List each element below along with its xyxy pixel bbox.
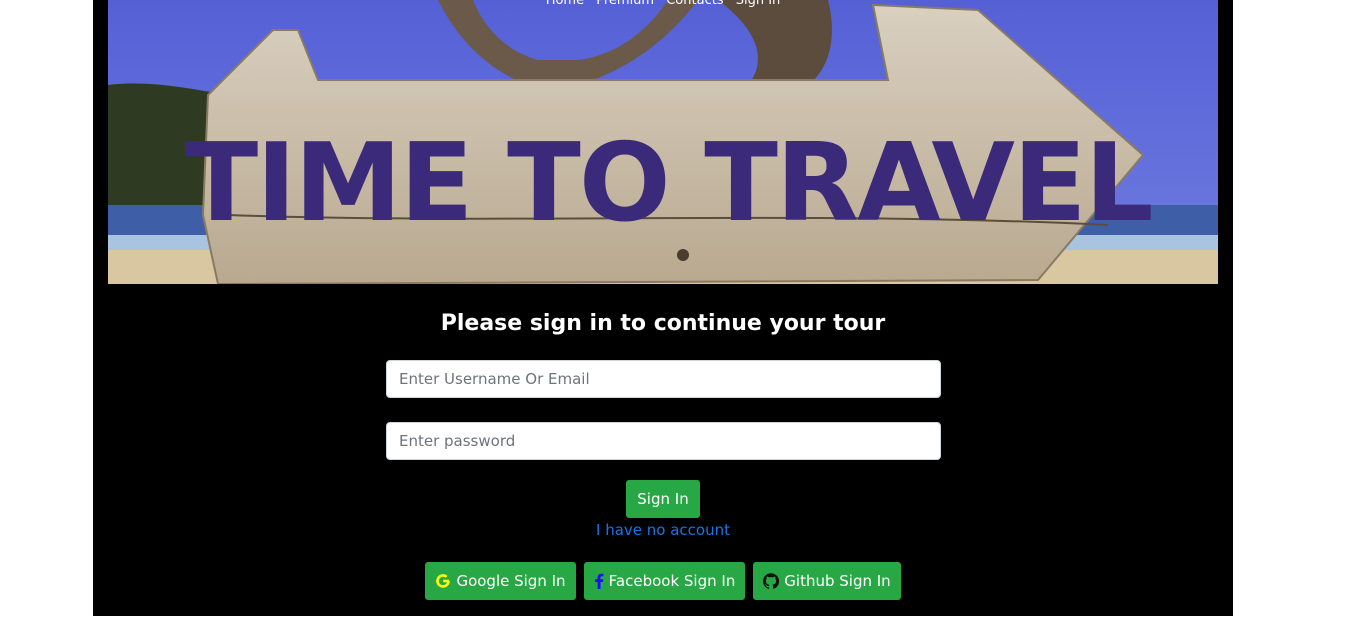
google-icon	[435, 573, 451, 589]
hero-banner: TIME TO TRAVEL Home Premium Contacts Sig…	[108, 0, 1218, 284]
hero-image: TIME TO TRAVEL	[108, 0, 1218, 284]
username-input[interactable]	[386, 360, 941, 398]
hero-sign-text: TIME TO TRAVEL	[184, 121, 1151, 246]
nav-item-home[interactable]: Home	[546, 0, 584, 8]
facebook-icon	[594, 573, 604, 589]
sign-in-button-label: Sign In	[637, 490, 689, 508]
google-sign-in-label: Google Sign In	[456, 572, 566, 590]
github-sign-in-label: Github Sign In	[784, 572, 891, 590]
no-account-link[interactable]: I have no account	[93, 520, 1233, 540]
page-container: TIME TO TRAVEL Home Premium Contacts Sig…	[93, 0, 1233, 616]
google-sign-in-button[interactable]: Google Sign In	[425, 562, 576, 600]
facebook-sign-in-button[interactable]: Facebook Sign In	[584, 562, 745, 600]
sign-in-button[interactable]: Sign In	[626, 480, 700, 518]
facebook-sign-in-label: Facebook Sign In	[608, 572, 736, 590]
github-sign-in-button[interactable]: Github Sign In	[753, 562, 901, 600]
form-heading: Please sign in to continue your tour	[440, 311, 886, 336]
nav-item-contacts[interactable]: Contacts	[666, 0, 723, 8]
nav-item-sign-in[interactable]: Sign In	[736, 0, 781, 8]
top-nav: Home Premium Contacts Sign In	[108, 0, 1218, 9]
github-icon	[763, 573, 780, 589]
nav-item-premium[interactable]: Premium	[596, 0, 654, 8]
password-input[interactable]	[386, 422, 941, 460]
